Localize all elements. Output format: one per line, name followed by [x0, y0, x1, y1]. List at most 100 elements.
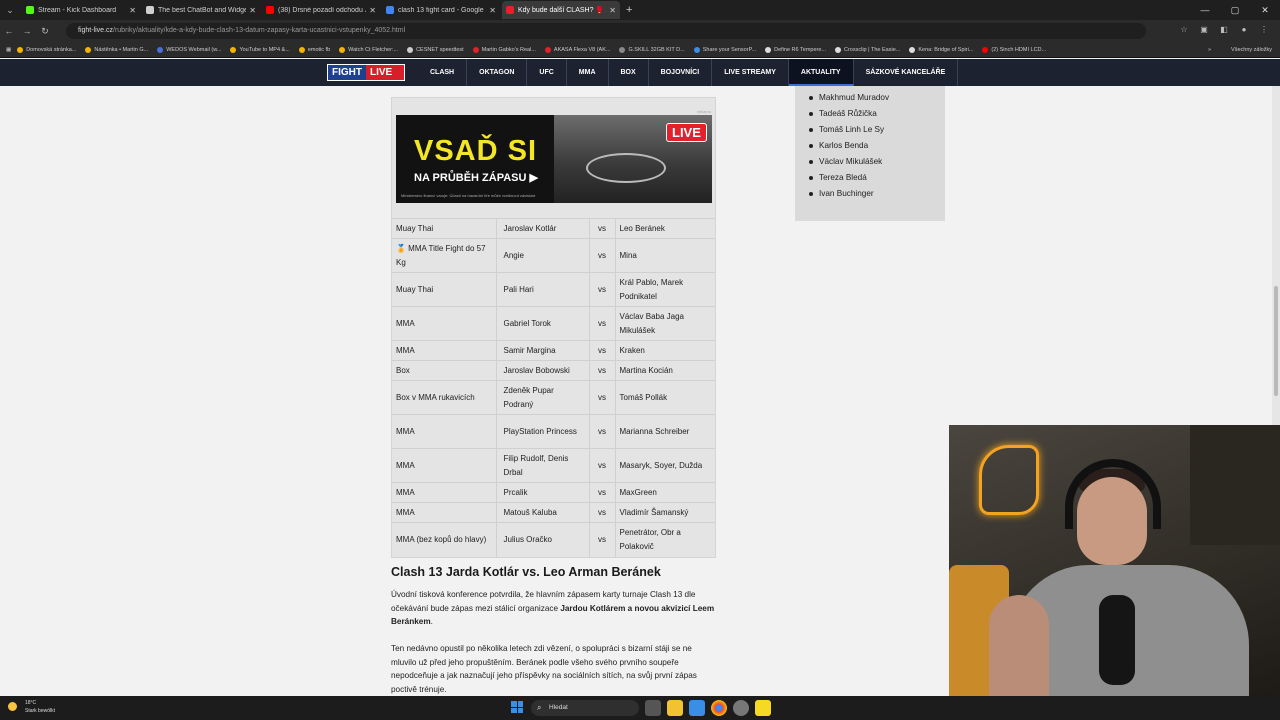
nav-item[interactable]: BOJOVNÍCI	[649, 59, 713, 86]
bookmark-item[interactable]: G.SKILL 32GB KIT D...	[619, 46, 685, 53]
nav-item[interactable]: OKTAGON	[467, 59, 528, 86]
list-item[interactable]: Tereza Bledá	[809, 172, 945, 188]
list-item[interactable]: Ivan Buchinger	[809, 188, 945, 204]
apps-grid-icon[interactable]: ▦	[6, 47, 11, 53]
tab-search-icon[interactable]: ⌄	[0, 0, 20, 20]
extensions-puzzle-icon[interactable]: ◧	[1218, 24, 1230, 36]
nav-item[interactable]: BOX	[609, 59, 649, 86]
bookmark-item[interactable]: Crossclip | The Easie...	[835, 46, 900, 53]
taskbar-search[interactable]: ⌕ Hledat	[531, 700, 639, 716]
list-item[interactable]: Karlos Benda	[809, 140, 945, 156]
fight-card-table: reklama VSAĎ SI NA PRŮBĚH ZÁPASU ▶ LIVE …	[391, 97, 716, 558]
sticky-notes-icon[interactable]	[755, 700, 771, 716]
fighter2-cell: Kraken	[615, 340, 715, 361]
tab-close-icon[interactable]: ✕	[609, 6, 616, 15]
tab-title: Stream - Kick Dashboard	[38, 6, 117, 14]
forward-icon[interactable]: →	[18, 26, 36, 36]
bookmark-item[interactable]: Martin Gabko's Real...	[472, 46, 536, 53]
list-item[interactable]: Tadeáš Růžička	[809, 108, 945, 124]
fighter2-cell: Tomáš Pollák	[615, 380, 715, 415]
list-item[interactable]: Tomáš Linh Le Sy	[809, 124, 945, 140]
discipline-cell: Box	[392, 360, 497, 381]
bookmark-item[interactable]: AKASA Flexa V8 (AK...	[544, 46, 610, 53]
main-menu: CLASH OKTAGON UFC MMA BOX BOJOVNÍCI LIVE STREA…	[418, 59, 959, 86]
browser-tab[interactable]: Kdy bude další CLASH? 🥊 Akt ✕	[502, 1, 620, 19]
bookmark-star-icon[interactable]: ☆	[1178, 24, 1190, 36]
app-icon[interactable]	[733, 700, 749, 716]
bookmark-item[interactable]: Domovská stránka...	[17, 46, 76, 53]
live-badge: LIVE	[666, 123, 707, 142]
fighter2-cell: Martina Kocián	[615, 360, 715, 381]
nav-item[interactable]: CLASH	[418, 59, 468, 86]
file-explorer-icon[interactable]	[667, 700, 683, 716]
vs-cell: vs	[589, 448, 616, 483]
nav-item[interactable]: MMA	[567, 59, 609, 86]
fighter2-cell: Marianna Schreiber	[615, 414, 715, 449]
fighter1-cell: PlayStation Princess	[496, 414, 590, 449]
windows-start-icon[interactable]	[511, 701, 523, 713]
table-row: MMA Samir Margina vs Kraken	[392, 340, 715, 361]
bookmark-item[interactable]: CESNET speedtest	[407, 46, 464, 53]
browser-tab[interactable]: Stream - Kick Dashboard ✕	[22, 1, 140, 19]
url-field[interactable]: fight-live.cz/rubriky/aktuality/kde-a-kd…	[66, 23, 1146, 39]
betting-ad-banner[interactable]: VSAĎ SI NA PRŮBĚH ZÁPASU ▶ LIVE Minister…	[396, 115, 712, 203]
webcam-overlay	[949, 425, 1280, 720]
task-view-icon[interactable]	[645, 700, 661, 716]
discipline-cell: MMA	[392, 482, 497, 503]
article-paragraph-2: Ten nedávno opustil po několika letech z…	[391, 644, 697, 694]
bookmark-item[interactable]: Share your SensorP...	[693, 46, 756, 53]
discipline-cell: MMA	[392, 340, 497, 361]
extension-icon[interactable]: ▣	[1198, 24, 1210, 36]
table-row: MMA Gabriel Torok vs Václav Baba Jaga Mikul…	[392, 306, 715, 341]
reload-icon[interactable]: ↻	[36, 26, 54, 37]
bookmark-item[interactable]: WEDOS Webmail (w...	[157, 46, 221, 53]
scrollbar-thumb[interactable]	[1274, 286, 1278, 396]
browser-tab[interactable]: The best ChatBot and Widgets ✕	[142, 1, 260, 19]
tab-close-icon[interactable]: ✕	[369, 6, 376, 15]
maximize-icon[interactable]: ▢	[1220, 0, 1250, 20]
tab-close-icon[interactable]: ✕	[249, 6, 256, 15]
bookmark-item[interactable]: (2) Sinch HDMI LCD...	[982, 46, 1046, 53]
fighter1-cell: Gabriel Torok	[496, 306, 590, 341]
bookmark-item[interactable]: Watch Ct Fletcher:...	[339, 46, 398, 53]
nav-item[interactable]: UFC	[527, 59, 567, 86]
nav-item[interactable]: SÁZKOVÉ KANCELÁŘE	[854, 59, 959, 86]
bookmark-favicon-icon	[693, 46, 700, 53]
table-row: MMA Filip Rudolf, Denis Drbal vs Masaryk, S…	[392, 448, 715, 483]
browser-tab[interactable]: clash 13 fight card - Google Se ✕	[382, 1, 500, 19]
close-window-icon[interactable]: ✕	[1250, 0, 1280, 20]
bookmark-item[interactable]: YouTube to MP4 &...	[230, 46, 290, 53]
store-icon[interactable]	[689, 700, 705, 716]
browser-tab[interactable]: (38) Drsné pozadí odchodu Jak ✕	[262, 1, 380, 19]
nav-item[interactable]: AKTUALITY	[788, 59, 854, 86]
all-bookmarks-link[interactable]: » Všechny záložky	[1208, 42, 1272, 58]
weather-widget[interactable]: 18°C Stark bewölkt	[8, 699, 55, 715]
site-logo[interactable]: FIGHT LIVE	[327, 64, 405, 81]
tab-close-icon[interactable]: ✕	[489, 6, 496, 15]
minimize-icon[interactable]: —	[1190, 0, 1220, 20]
bookmark-favicon-icon	[909, 46, 916, 53]
new-tab-button[interactable]: +	[626, 4, 632, 16]
list-item[interactable]: Makhmud Muradov	[809, 92, 945, 108]
table-row: Muay Thai Pali Hari vs Král Pablo, Marek Po…	[392, 272, 715, 307]
ad-headline: VSAĎ SI	[414, 135, 538, 167]
article-heading: Clash 13 Jarda Kotlár vs. Leo Arman Berá…	[391, 565, 661, 579]
bookmark-favicon-icon	[765, 46, 772, 53]
bookmark-item[interactable]: Nástěnka • Martin G...	[85, 46, 148, 53]
back-icon[interactable]: ←	[0, 26, 18, 36]
nav-item[interactable]: LIVE STREAMY	[712, 59, 789, 86]
bookmark-favicon-icon	[835, 46, 841, 53]
profile-avatar-icon[interactable]: ●	[1238, 24, 1250, 36]
chrome-icon[interactable]	[711, 700, 727, 716]
bookmark-favicon-icon	[230, 46, 237, 53]
bookmark-item[interactable]: Define R6 Tempere...	[765, 46, 826, 53]
list-item[interactable]: Václav Mikulášek	[809, 156, 945, 172]
discipline-cell: MMA (bez kopů do hlavy)	[392, 522, 497, 557]
bookmark-item[interactable]: emotic fb	[298, 46, 330, 53]
bookmark-favicon-icon	[339, 46, 346, 53]
browser-menu-icon[interactable]: ⋮	[1258, 24, 1270, 36]
tab-close-icon[interactable]: ✕	[129, 6, 136, 15]
vs-cell: vs	[589, 360, 616, 381]
bookmark-item[interactable]: Kena: Bridge of Spiri...	[909, 46, 973, 53]
fighter2-cell: Václav Baba Jaga Mikulášek	[615, 306, 715, 341]
